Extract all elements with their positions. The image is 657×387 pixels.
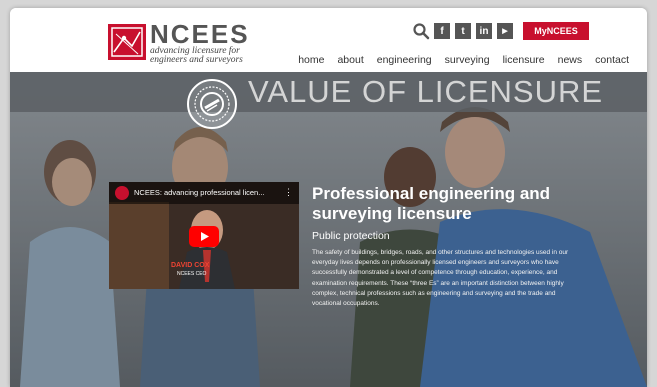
- ncees-logo[interactable]: NCEES advancing licensure for engineers …: [108, 19, 268, 65]
- hero-heading: Professional engineering and surveying l…: [312, 184, 551, 223]
- nav-about[interactable]: about: [337, 54, 363, 66]
- facebook-icon[interactable]: f: [434, 23, 450, 39]
- video-title[interactable]: NCEES: advancing professional licen...: [134, 188, 284, 197]
- nav-news[interactable]: news: [558, 54, 583, 66]
- site-header: NCEES advancing licensure for engineers …: [10, 8, 647, 72]
- nav-licensure[interactable]: licensure: [503, 54, 545, 66]
- engineer-seal-icon: [187, 79, 237, 129]
- nav-contact[interactable]: contact: [595, 54, 629, 66]
- youtube-video-player[interactable]: NCEES: advancing professional licen... ⋮…: [109, 182, 299, 289]
- play-icon[interactable]: [189, 226, 219, 247]
- banner-title: VALUE OF LICENSURE: [248, 74, 604, 109]
- video-lower-third-org: NCEES CEO: [177, 271, 207, 277]
- linkedin-icon[interactable]: in: [476, 23, 492, 39]
- ncees-logo-mark-icon: [108, 24, 146, 60]
- utility-bar: f t in ▶ MyNCEES: [412, 22, 589, 40]
- hero-body-text: The safety of buildings, bridges, roads,…: [312, 249, 569, 308]
- myncees-button[interactable]: MyNCEES: [523, 22, 589, 40]
- nav-engineering[interactable]: engineering: [377, 54, 432, 66]
- more-options-icon[interactable]: ⋮: [284, 187, 293, 198]
- search-icon[interactable]: [412, 22, 430, 40]
- browser-page: NCEES advancing licensure for engineers …: [10, 8, 647, 387]
- video-lower-third-name: DAVID COX: [171, 262, 210, 269]
- nav-home[interactable]: home: [298, 54, 324, 66]
- hero-text-block: Professional engineering and surveying l…: [312, 184, 582, 309]
- hero-subheading: Public protection: [312, 230, 390, 242]
- nav-surveying[interactable]: surveying: [445, 54, 490, 66]
- channel-avatar[interactable]: [115, 186, 129, 200]
- logo-tagline-2: engineers and surveyors: [150, 55, 243, 65]
- hero-section: VALUE OF LICENSURE NCEES: advancing prof…: [10, 72, 647, 387]
- main-nav: home about engineering surveying licensu…: [298, 54, 629, 66]
- twitter-icon[interactable]: t: [455, 23, 471, 39]
- youtube-icon[interactable]: ▶: [497, 23, 513, 39]
